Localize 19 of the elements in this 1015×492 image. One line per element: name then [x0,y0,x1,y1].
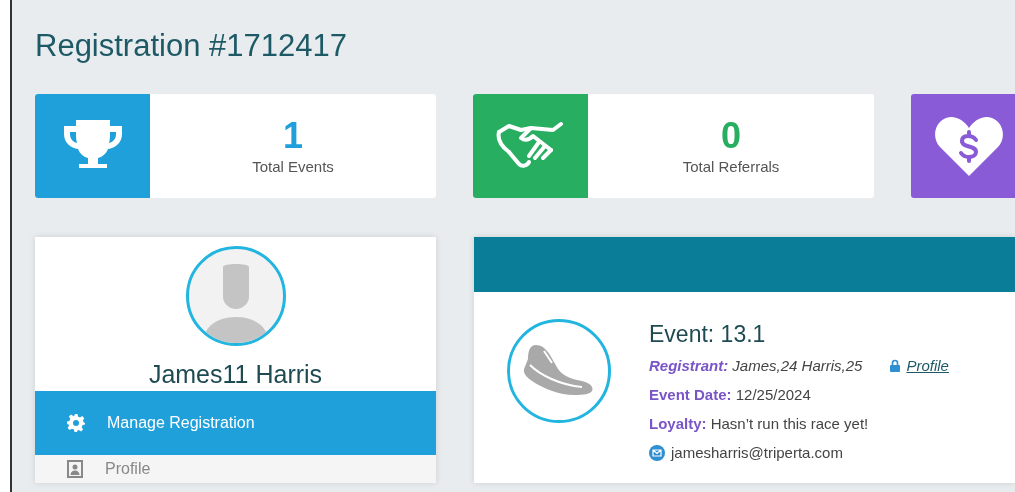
registrant-text: Registrant: James,24 Harris,25 [649,357,863,374]
stat-label: Total Events [252,157,334,175]
lock-icon [890,359,901,372]
email-address: jamesharris@triperta.com [671,444,843,461]
profile-link[interactable]: Profile [906,357,949,374]
stat-value: 0 [721,117,741,154]
heart-dollar-icon [933,114,1004,178]
profile-name: James11 Harris [148,360,323,389]
page-title: Registration #1712417 [35,27,348,65]
stat-value: 1 [283,117,303,154]
event-field: Event Date: 12/25/2024 [649,386,949,403]
event-field: Loyalty: Hasn’t run this race yet! [649,415,949,432]
email-icon [649,444,665,461]
menu-item[interactable]: Manage Registration [35,391,436,455]
gear-icon [67,414,85,432]
id-card-icon [67,460,83,478]
menu-item[interactable]: Profile [35,455,436,483]
stat-label: Total Referrals [682,157,780,175]
event-title: Event: 13.1 [649,321,767,348]
